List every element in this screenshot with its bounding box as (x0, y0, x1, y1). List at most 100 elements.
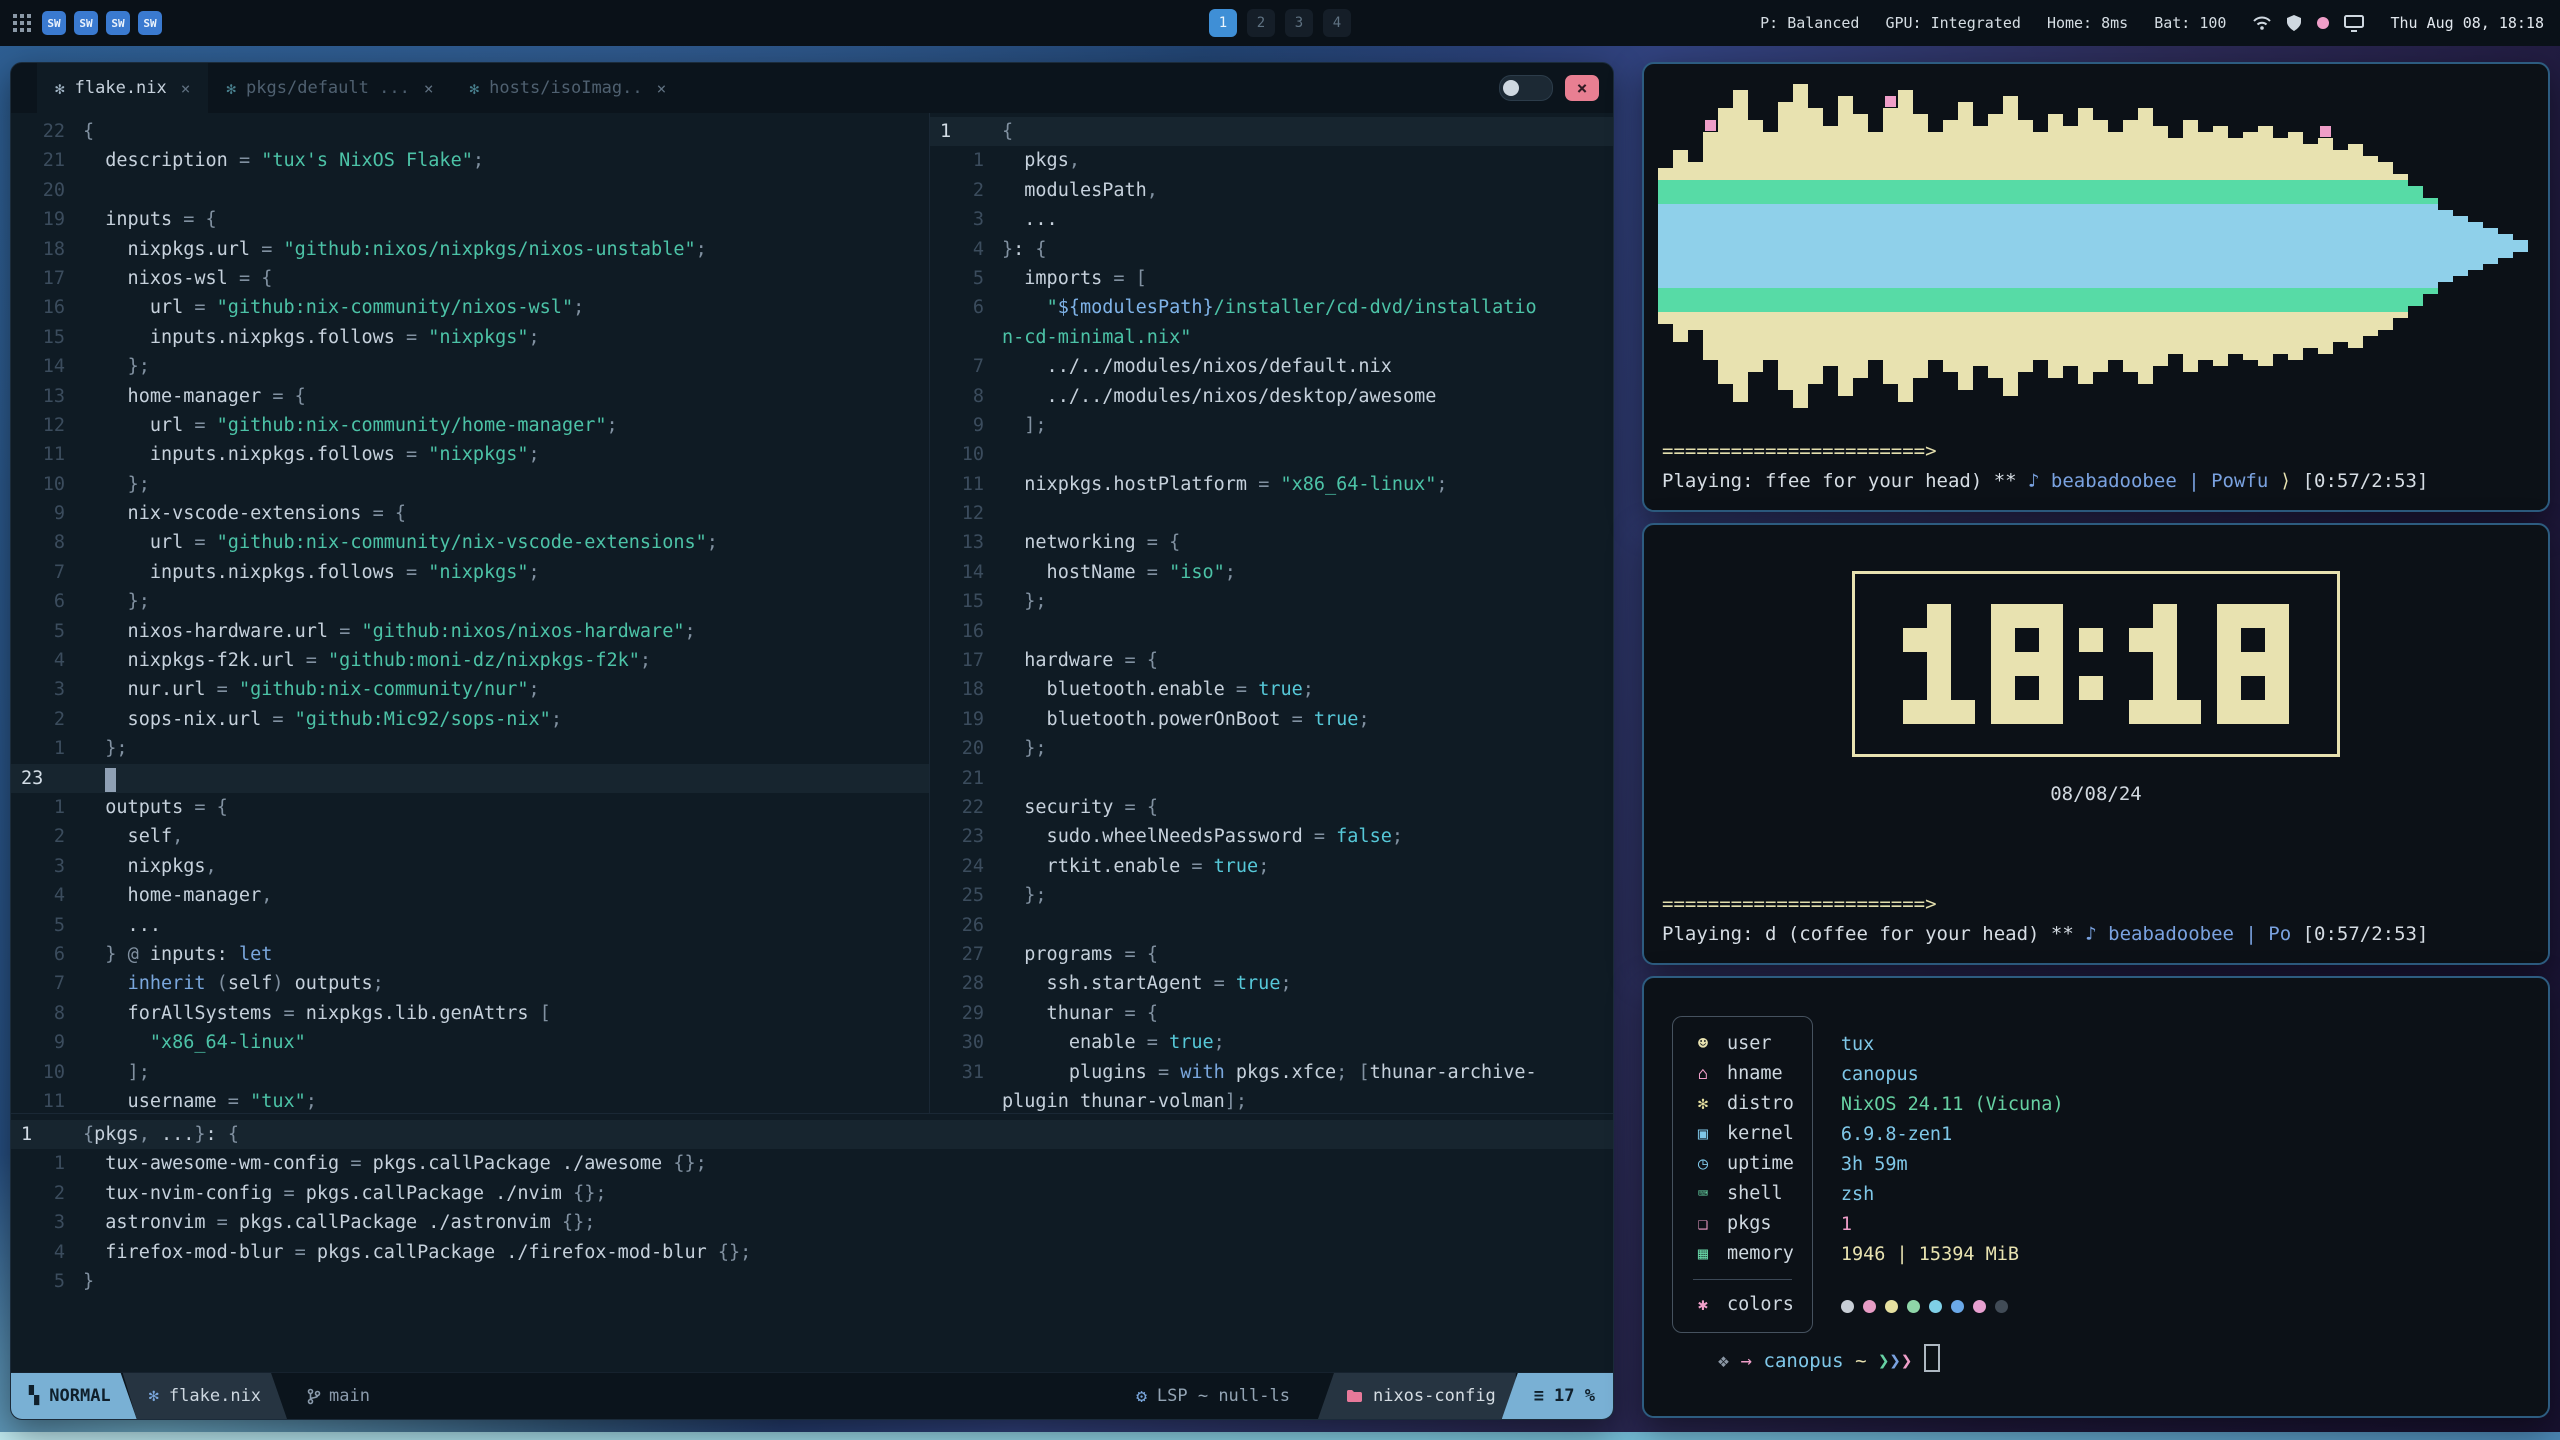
code-line: 6 }; (11, 587, 929, 616)
line-number: 8 (11, 528, 83, 557)
color-dot (1907, 1300, 1920, 1313)
visualizer-bar (1733, 90, 1748, 402)
tray-app-icon[interactable]: SW (138, 11, 162, 35)
nix-icon: ✻ (469, 79, 479, 98)
code-line: 19 bluetooth.powerOnBoot = true; (930, 705, 1613, 734)
workspace-button[interactable]: 3 (1285, 9, 1313, 37)
window-close-button[interactable]: × (1565, 75, 1599, 101)
line-number: 4 (11, 1238, 83, 1267)
workspace-switcher: 1234 (1209, 9, 1351, 37)
tab-close-icon[interactable]: × (657, 79, 667, 98)
visualizer-bar (1958, 102, 1973, 390)
visualizer-bar (2123, 120, 2138, 372)
tray-app-icon[interactable]: SW (42, 11, 66, 35)
shell-prompt[interactable]: ❖ → canopus ~ ❯❯❯ (1672, 1322, 1940, 1394)
nix-icon: ✻ (226, 79, 236, 98)
record-dot-icon[interactable] (2316, 16, 2330, 30)
code-line: 7 inputs.nixpkgs.follows = "nixpkgs"; (11, 558, 929, 587)
tab-close-icon[interactable]: × (424, 79, 434, 98)
color-dot (1885, 1300, 1898, 1313)
line-number: 13 (930, 528, 1002, 557)
mode-icon: ▚ (29, 1386, 39, 1406)
code-line: 14 }; (11, 352, 929, 381)
separator-line: =======================> (1662, 436, 2530, 466)
line-number: 19 (11, 205, 83, 234)
wallpaper-highlight (0, 1432, 2560, 1440)
uptime-icon: ◷ (1691, 1149, 1715, 1179)
code-line: 2 tux-nvim-config = pkgs.callPackage ./n… (11, 1179, 1613, 1208)
fetch-label-row: ⌨shell (1691, 1179, 1794, 1209)
titlebar-toggle-button[interactable] (1499, 75, 1553, 101)
tab-close-icon[interactable]: × (181, 79, 191, 98)
fetch-terminal[interactable]: ☻user⌂hname✻distro▣kernel◷uptime⌨shell❑p… (1642, 976, 2550, 1418)
clock-widget[interactable]: Thu Aug 08, 18:18 (2390, 14, 2544, 32)
code-line: 26 (930, 911, 1613, 940)
line-number: 4 (11, 881, 83, 910)
app-grid-icon[interactable] (12, 13, 32, 33)
code-line: 5} (11, 1267, 1613, 1296)
code-line: 1{ (930, 117, 1613, 146)
editor-tab[interactable]: ✻pkgs/default ...× (208, 63, 451, 113)
editor-pane-pkgs[interactable]: 1{pkgs, ...}: {1 tux-awesome-wm-config =… (11, 1113, 1613, 1372)
line-number: 21 (11, 146, 83, 175)
line-number: 15 (930, 587, 1002, 616)
code-line: 1 pkgs, (930, 146, 1613, 175)
editor-tab[interactable]: ✻hosts/isoImag..× (451, 63, 684, 113)
line-number: 10 (930, 440, 1002, 469)
fetch-value: NixOS 24.11 (Vicuna) (1841, 1090, 2064, 1120)
code-line: 10 }; (11, 470, 929, 499)
fetch-value: 6.9.8-zen1 (1841, 1120, 2064, 1150)
code-line: 12 (930, 499, 1613, 528)
visualizer-bar (2003, 96, 2018, 396)
visualizer-bar (1688, 162, 1703, 330)
line-number: 1 (11, 734, 83, 763)
workspace-button[interactable]: 4 (1323, 9, 1351, 37)
status-text: P: Balanced (1760, 14, 1859, 32)
tray-app-icon[interactable]: SW (106, 11, 130, 35)
bufferline: ✻flake.nix×✻pkgs/default ...×✻hosts/isoI… (11, 63, 1613, 113)
line-number: 11 (11, 440, 83, 469)
line-number: 23 (930, 822, 1002, 851)
fetch-values: tuxcanopusNixOS 24.11 (Vicuna)6.9.8-zen1… (1841, 1016, 2064, 1333)
visualizer-bar (2453, 216, 2468, 276)
code-line: 21 description = "tux's NixOS Flake"; (11, 146, 929, 175)
code-line: 7 ../../modules/nixos/default.nix (930, 352, 1613, 381)
wifi-icon[interactable] (2252, 15, 2272, 31)
now-playing-text: Playing: d (coffee for your head) ** ♪ b… (1662, 919, 2530, 949)
line-number: 18 (930, 675, 1002, 704)
shield-icon[interactable] (2286, 14, 2302, 32)
editor-tab[interactable]: ✻flake.nix× (37, 63, 208, 113)
line-number: 1 (930, 117, 1002, 146)
line-number: 22 (930, 793, 1002, 822)
visualizer-bar (2483, 228, 2498, 264)
display-icon[interactable] (2344, 15, 2364, 32)
tray-app-icon[interactable]: SW (74, 11, 98, 35)
visualizer-bar (1718, 108, 1733, 384)
clock-display (1852, 571, 2340, 757)
line-number: 18 (11, 235, 83, 264)
visualizer-bar (1943, 120, 1958, 372)
workspace-button[interactable]: 2 (1247, 9, 1275, 37)
code-line: 1 outputs = { (11, 793, 929, 822)
line-number: 19 (930, 705, 1002, 734)
clock-terminal[interactable]: 08/08/24 =======================> Playin… (1642, 523, 2550, 965)
fetch-value: 1946 | 15394 MiB (1841, 1240, 2064, 1270)
code-line: 13 networking = { (930, 528, 1613, 557)
line-number: 7 (11, 969, 83, 998)
neovim-window: ✻flake.nix×✻pkgs/default ...×✻hosts/isoI… (10, 62, 1614, 1420)
visualizer-bar (2213, 126, 2228, 366)
editor-pane-iso[interactable]: 1{1 pkgs,2 modulesPath,3 ...4}: {5 impor… (930, 113, 1613, 1113)
editor-pane-flake[interactable]: 22{21 description = "tux's NixOS Flake";… (11, 113, 930, 1113)
divider (1693, 1279, 1792, 1280)
code-line: 17 nixos-wsl = { (11, 264, 929, 293)
folder-icon (1346, 1389, 1363, 1403)
music-visualizer-terminal[interactable]: =======================> Playing: ffee f… (1642, 62, 2550, 512)
code-line: 21 (930, 764, 1613, 793)
visualizer-bar (2318, 138, 2333, 354)
line-number: 11 (930, 470, 1002, 499)
workspace-button[interactable]: 1 (1209, 9, 1237, 37)
code-line: 19 inputs = { (11, 205, 929, 234)
separator-line: =======================> (1662, 889, 2530, 919)
line-number: 3 (11, 1208, 83, 1237)
line-number: 7 (11, 558, 83, 587)
